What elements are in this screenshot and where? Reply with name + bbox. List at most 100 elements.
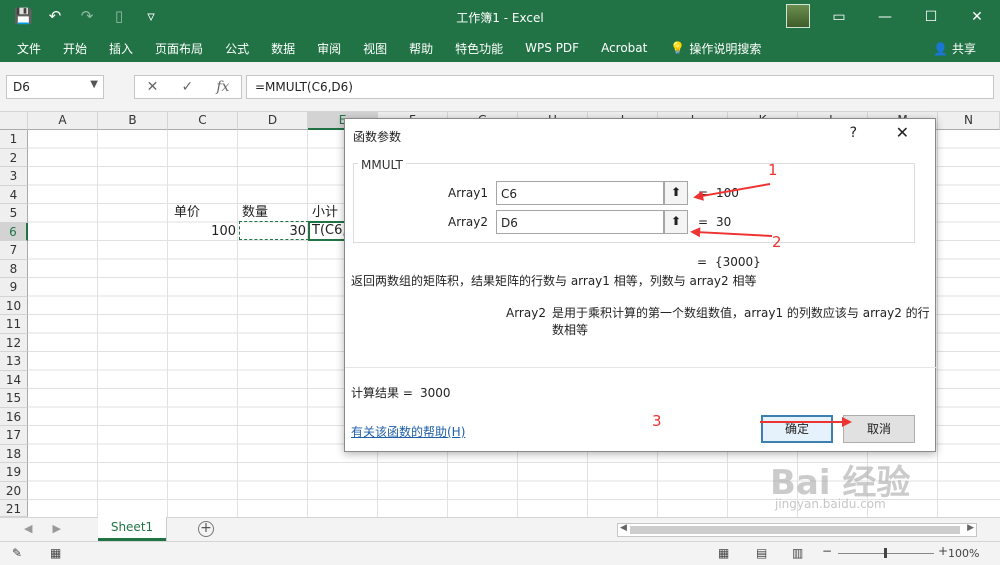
tab-file[interactable]: 文件 [0, 40, 52, 57]
person-icon: 👤 [933, 42, 949, 56]
active-cell-e6[interactable]: T(C6,D [308, 221, 346, 241]
name-box[interactable]: D6 ▼ [6, 75, 104, 99]
function-help-link[interactable]: 有关该函数的帮助(H) [351, 423, 465, 440]
row-header[interactable]: 7 [0, 241, 28, 260]
arg-help-line-2: 数相等 [552, 323, 589, 337]
column-header[interactable]: C [168, 112, 238, 130]
share-button[interactable]: 👤 共享 [933, 40, 976, 57]
enter-icon[interactable]: ✓ [181, 79, 193, 95]
row-header[interactable]: 21 [0, 500, 28, 517]
add-sheet-icon[interactable]: + [198, 521, 214, 537]
row-header[interactable]: 1 [0, 130, 28, 149]
arg2-input[interactable]: D6 [496, 210, 664, 234]
scroll-right-icon[interactable]: ▶ [967, 523, 974, 533]
row-header[interactable]: 5 [0, 204, 28, 223]
tab-review[interactable]: 审阅 [306, 40, 352, 57]
user-avatar[interactable] [786, 4, 810, 28]
tab-insert[interactable]: 插入 [98, 40, 144, 57]
row-header[interactable]: 17 [0, 426, 28, 445]
insert-function-icon[interactable]: fx [216, 79, 229, 95]
minimize-icon[interactable]: — [862, 0, 908, 34]
tab-wps-pdf[interactable]: WPS PDF [514, 41, 590, 55]
row-header[interactable]: 4 [0, 185, 28, 204]
zoom-slider[interactable] [838, 548, 934, 558]
annotation-number: 2 [772, 233, 782, 251]
column-header[interactable]: B [98, 112, 168, 130]
tab-help[interactable]: 帮助 [398, 40, 444, 57]
arguments-group: MMULT Array1 C6 ⬆ = 100 Array2 D6 ⬆ = 30 [353, 158, 915, 243]
zoom-in-icon[interactable]: + [938, 544, 948, 558]
arg-help-line-1: 是用于乘积计算的第一个数组数值，array1 的列数应该与 array2 的行 [552, 306, 930, 320]
function-name: MMULT [358, 158, 406, 172]
page-layout-view-icon[interactable]: ▤ [756, 546, 767, 560]
formula-result: {3000} [715, 255, 761, 269]
cancel-button[interactable]: 取消 [843, 415, 915, 443]
row-header[interactable]: 15 [0, 389, 28, 408]
formula-result-eq: = [697, 255, 708, 269]
tell-me-search[interactable]: 💡 操作说明搜索 [658, 40, 761, 57]
column-header[interactable]: D [238, 112, 308, 130]
dialog-help-button[interactable]: ? [850, 125, 857, 141]
row-header[interactable]: 20 [0, 481, 28, 500]
row-header[interactable]: 16 [0, 407, 28, 426]
chevron-down-icon[interactable]: ▼ [90, 79, 98, 90]
annotation-arrow [760, 421, 850, 423]
row-header[interactable]: 2 [0, 148, 28, 167]
next-sheet-icon[interactable]: ▶ [52, 522, 60, 535]
cell-d5[interactable]: 数量 [242, 204, 268, 222]
row-header[interactable]: 3 [0, 167, 28, 186]
close-icon[interactable]: ✕ [954, 0, 1000, 34]
macro-record-icon[interactable]: ▦ [50, 546, 61, 560]
row-header[interactable]: 19 [0, 463, 28, 482]
tab-formulas[interactable]: 公式 [214, 40, 260, 57]
formula-input[interactable]: =MMULT(C6,D6) [246, 75, 994, 99]
cell-c5[interactable]: 单价 [174, 204, 200, 222]
row-header[interactable]: 13 [0, 352, 28, 371]
arg1-input[interactable]: C6 [496, 181, 664, 205]
cell-c6[interactable]: 100 [168, 223, 236, 241]
normal-view-icon[interactable]: ▦ [718, 546, 729, 560]
cell-e6-editing: T(C6,D [312, 223, 344, 238]
horizontal-scrollbar[interactable]: ◀ ▶ [617, 523, 977, 537]
row-header[interactable]: 11 [0, 315, 28, 334]
title-bar: 💾 ↶ ↷ ▯ ▿ 工作簿1 - Excel ▭ — ☐ ✕ [0, 0, 1000, 34]
zoom-level[interactable]: 100% [948, 547, 979, 560]
status-edit-icon: ✎ [12, 546, 23, 560]
row-header[interactable]: 14 [0, 370, 28, 389]
formula-bar: D6 ▼ ✕ ✓ fx =MMULT(C6,D6) [0, 62, 1000, 112]
tab-special-features[interactable]: 特色功能 [444, 40, 514, 57]
window-controls: ▭ — ☐ ✕ [816, 0, 1000, 34]
annotation-number: 3 [652, 412, 662, 430]
zoom-out-icon[interactable]: − [822, 544, 832, 558]
tab-data[interactable]: 数据 [260, 40, 306, 57]
cancel-icon[interactable]: ✕ [147, 79, 159, 95]
dialog-close-icon[interactable]: ✕ [896, 123, 909, 142]
tab-home[interactable]: 开始 [52, 40, 98, 57]
collapse-dialog-icon[interactable]: ⬆ [664, 181, 688, 205]
maximize-icon[interactable]: ☐ [908, 0, 954, 34]
tab-view[interactable]: 视图 [352, 40, 398, 57]
row-header[interactable]: 6 [0, 222, 28, 241]
page-break-view-icon[interactable]: ▥ [792, 546, 803, 560]
ok-button[interactable]: 确定 [761, 415, 833, 443]
tab-acrobat[interactable]: Acrobat [590, 41, 658, 55]
arg2-result: 30 [716, 215, 732, 229]
collapse-dialog-icon[interactable]: ⬆ [664, 210, 688, 234]
scroll-left-icon[interactable]: ◀ [620, 523, 627, 533]
row-header[interactable]: 12 [0, 333, 28, 352]
row-header[interactable]: 18 [0, 444, 28, 463]
scrollbar-thumb[interactable] [630, 526, 960, 534]
ribbon-display-icon[interactable]: ▭ [816, 0, 862, 34]
cell-e5[interactable]: 小计 [312, 204, 338, 222]
row-header[interactable]: 9 [0, 278, 28, 297]
column-header[interactable]: A [28, 112, 98, 130]
row-header[interactable]: 8 [0, 259, 28, 278]
prev-sheet-icon[interactable]: ◀ [24, 522, 32, 535]
cell-d6[interactable]: 30 [238, 223, 306, 241]
row-header[interactable]: 10 [0, 296, 28, 315]
arg-help-name: Array2 [506, 306, 546, 320]
sheet-tab-sheet1[interactable]: Sheet1 [98, 517, 166, 541]
tab-page-layout[interactable]: 页面布局 [144, 40, 214, 57]
column-header[interactable]: N [938, 112, 1000, 130]
select-all-corner[interactable] [0, 112, 28, 130]
